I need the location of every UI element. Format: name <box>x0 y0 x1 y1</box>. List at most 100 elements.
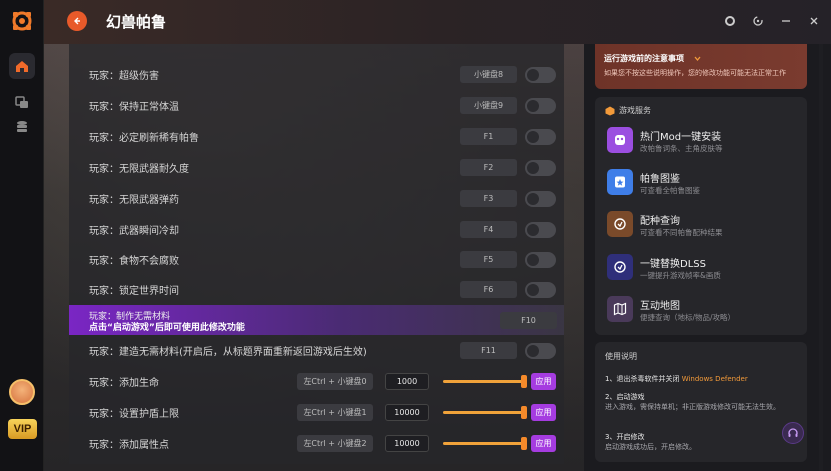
cheat-list: 玩家：超级伤害 小键盘8 玩家：保持正常体温 小键盘9 玩家：必定刷新稀有帕鲁 … <box>69 44 564 464</box>
hotkey-button[interactable]: 小键盘9 <box>460 97 517 114</box>
cheat-toggle[interactable] <box>525 160 556 176</box>
warning-banner[interactable]: 运行游戏前的注意事项 如果您不按这些说明操作，您的修改功能可能无法正常工作 <box>595 44 807 89</box>
arrow-left-icon <box>74 17 80 25</box>
value-slider[interactable] <box>443 404 527 421</box>
cheat-label: 玩家：保持正常体温 <box>89 102 179 113</box>
guide-step-desc: 进入游戏，需保持单机；非正版游戏修改可能无法生效。 <box>605 403 780 411</box>
service-item[interactable]: 互动地图 便捷查询（地标/物品/攻略） <box>607 294 802 328</box>
hotkey-button[interactable]: F11 <box>460 342 517 359</box>
list-row-partial <box>69 44 564 60</box>
cheat-label: 玩家：建造无需材料(开启后，从标题界面重新返回游戏后生效) <box>89 347 367 358</box>
service-item[interactable]: 配种查询 可查看不同帕鲁配种结果 <box>607 209 802 243</box>
hotkey-button[interactable]: F1 <box>460 128 517 145</box>
hotkey-button[interactable]: F10 <box>500 312 557 329</box>
cheat-toggle[interactable] <box>525 222 556 238</box>
vip-badge[interactable]: VIP <box>8 419 37 439</box>
value-row: 玩家：设置护盾上限 左Ctrl + 小键盘1 10000 应用 <box>69 397 564 427</box>
back-button[interactable] <box>67 11 87 31</box>
hotkey-combo-button[interactable]: 左Ctrl + 小键盘2 <box>297 435 373 452</box>
cheat-toggle[interactable] <box>525 129 556 145</box>
hotkey-combo-button[interactable]: 左Ctrl + 小键盘1 <box>297 404 373 421</box>
chevron-down-icon <box>694 56 701 62</box>
left-rail: VIP <box>0 0 44 471</box>
value-input[interactable]: 1000 <box>385 373 429 390</box>
minimize-icon[interactable] <box>779 14 793 28</box>
cheat-row: 玩家：食物不会腐败 F5 <box>69 244 564 274</box>
breed-icon <box>607 211 633 237</box>
cheat-row: 玩家：保持正常体温 小键盘9 <box>69 90 564 120</box>
cheat-label: 玩家：食物不会腐败 <box>89 256 179 267</box>
service-sub: 便捷查询（地标/物品/攻略） <box>640 313 736 322</box>
hotkey-button[interactable]: F4 <box>460 221 517 238</box>
service-name: 一键替换DLSS <box>640 259 706 270</box>
guide-step: 1、退出杀毒软件并关闭 Windows Defender <box>605 374 748 384</box>
headset-icon <box>788 428 798 437</box>
guide-step-text: 1、退出杀毒软件并关闭 <box>605 375 680 383</box>
cheat-label: 玩家：武器瞬间冷却 <box>89 226 179 237</box>
cheat-label: 玩家：添加生命 <box>89 378 159 389</box>
dlss-icon <box>607 254 633 280</box>
cheat-toggle[interactable] <box>525 67 556 83</box>
scrollbar[interactable] <box>819 44 823 471</box>
refresh-icon[interactable] <box>751 14 765 28</box>
value-input[interactable]: 10000 <box>385 404 429 421</box>
cheat-row: 玩家：无限武器耐久度 F2 <box>69 152 564 182</box>
value-input[interactable]: 10000 <box>385 435 429 452</box>
usage-guide-panel: 使用说明 1、退出杀毒软件并关闭 Windows Defender 2、启动游戏… <box>595 342 807 462</box>
mod-icon <box>607 127 633 153</box>
cheat-toggle[interactable] <box>525 191 556 207</box>
hotkey-button[interactable]: F3 <box>460 190 517 207</box>
cheat-label: 玩家：无限武器弹药 <box>89 195 179 206</box>
cheat-label: 玩家：必定刷新稀有帕鲁 <box>89 133 199 144</box>
user-avatar[interactable] <box>9 379 35 405</box>
value-slider[interactable] <box>443 373 527 390</box>
settings-icon[interactable] <box>723 14 737 28</box>
guide-step-desc: 启动游戏成功后，开启修改。 <box>605 443 696 451</box>
hotkey-button[interactable]: F5 <box>460 251 517 268</box>
cheat-row: 玩家：超级伤害 小键盘8 <box>69 59 564 89</box>
cheat-row: 玩家：建造无需材料(开启后，从标题界面重新返回游戏后生效) F11 <box>69 335 564 365</box>
support-button[interactable] <box>782 422 804 444</box>
game-services-panel: 游戏服务 热门Mod一键安装 改帕鲁词条、主角皮肤等 帕鲁图鉴 可查看全帕鲁图鉴… <box>595 97 807 335</box>
close-icon[interactable] <box>807 14 821 28</box>
nav-storage-icon[interactable] <box>9 114 35 140</box>
guide-header: 使用说明 <box>605 352 637 361</box>
value-slider[interactable] <box>443 435 527 452</box>
app-logo-icon[interactable] <box>11 10 33 32</box>
cheat-toggle[interactable] <box>525 282 556 298</box>
cheat-label: 玩家：添加属性点 <box>89 440 169 451</box>
cheat-label: 玩家：超级伤害 <box>89 71 159 82</box>
apply-button[interactable]: 应用 <box>531 404 556 421</box>
apply-button[interactable]: 应用 <box>531 373 556 390</box>
cheat-label: 玩家：无限武器耐久度 <box>89 164 189 175</box>
warning-title: 运行游戏前的注意事项 <box>604 54 684 63</box>
cheat-toggle[interactable] <box>525 252 556 268</box>
launch-notice: 点击“启动游戏”后即可使用此修改功能 <box>89 323 245 333</box>
service-item[interactable]: 帕鲁图鉴 可查看全帕鲁图鉴 <box>607 167 802 201</box>
service-item[interactable]: 一键替换DLSS 一键提升游戏帧率&画质 <box>607 252 802 286</box>
slider-thumb[interactable] <box>521 437 527 450</box>
cheat-toggle[interactable] <box>525 98 556 114</box>
cheat-toggle[interactable] <box>525 343 556 359</box>
cheat-row: 玩家：武器瞬间冷却 F4 <box>69 214 564 244</box>
cheat-label: 玩家：锁定世界时间 <box>89 286 179 297</box>
service-sub: 一键提升游戏帧率&画质 <box>640 271 721 280</box>
service-name: 互动地图 <box>640 301 680 312</box>
page-title: 幻兽帕鲁 <box>106 13 167 31</box>
slider-thumb[interactable] <box>521 375 527 388</box>
service-item[interactable]: 热门Mod一键安装 改帕鲁词条、主角皮肤等 <box>607 125 802 159</box>
hotkey-button[interactable]: F6 <box>460 281 517 298</box>
apply-button[interactable]: 应用 <box>531 435 556 452</box>
book-icon <box>607 169 633 195</box>
value-row: 玩家：添加生命 左Ctrl + 小键盘0 1000 应用 <box>69 366 564 396</box>
slider-thumb[interactable] <box>521 406 527 419</box>
hotkey-button[interactable]: F2 <box>460 159 517 176</box>
defender-link[interactable]: Windows Defender <box>682 375 748 383</box>
guide-step: 3、开启修改 <box>605 433 645 441</box>
hotkey-button[interactable]: 小键盘8 <box>460 66 517 83</box>
warning-desc: 如果您不按这些说明操作，您的修改功能可能无法正常工作 <box>604 69 786 77</box>
hotkey-combo-button[interactable]: 左Ctrl + 小键盘0 <box>297 373 373 390</box>
nav-home-icon[interactable] <box>9 53 35 79</box>
nav-games-icon[interactable] <box>9 89 35 115</box>
service-sub: 可查看全帕鲁图鉴 <box>640 186 700 195</box>
